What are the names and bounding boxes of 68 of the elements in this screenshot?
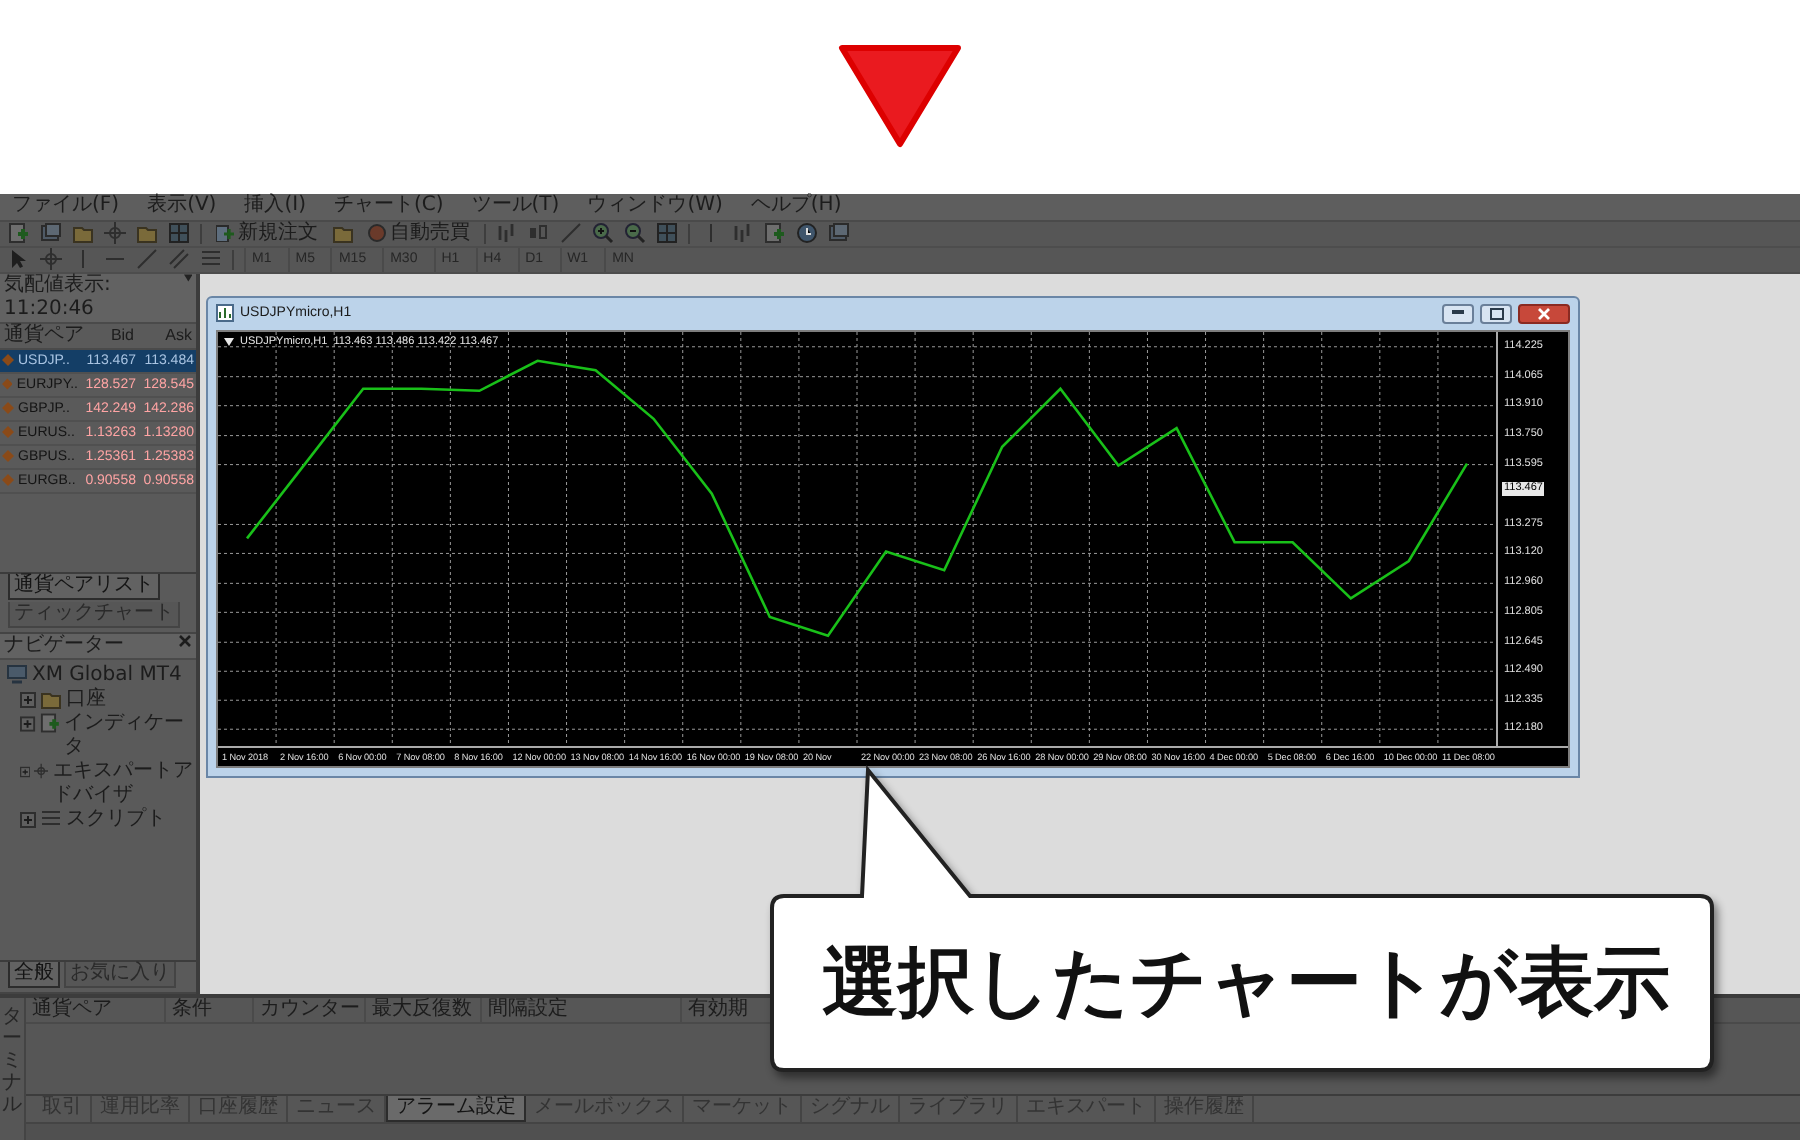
tree-item[interactable]: エキスパートアドバイザ xyxy=(52,760,196,809)
menu-item[interactable]: ヘルプ(H) xyxy=(750,194,842,219)
expand-icon[interactable] xyxy=(20,716,36,733)
menu-item[interactable]: ウィンドウ(W) xyxy=(587,194,723,219)
clock-icon xyxy=(796,222,818,245)
crosshair-icon xyxy=(40,248,62,271)
document-plus-icon xyxy=(8,222,30,245)
document-plus-icon xyxy=(764,222,786,245)
document-plus-icon xyxy=(216,224,234,243)
new-order-button[interactable]: 新規注文 xyxy=(212,221,322,246)
panel-title: 気配値表示: 11:20:46 xyxy=(4,273,113,322)
panel-title: ナビゲーター xyxy=(4,634,124,659)
menu-item[interactable]: ファイル(F) xyxy=(12,194,120,219)
zoom-out-icon xyxy=(624,222,646,245)
tree-item[interactable]: インディケータ xyxy=(63,712,196,761)
maximize-icon xyxy=(1489,307,1503,320)
folder-icon xyxy=(40,688,62,711)
computer-icon xyxy=(6,664,28,687)
column-header: 最大反復数 xyxy=(366,998,482,1023)
minimize-button[interactable] xyxy=(1442,303,1474,324)
diagonal-line-icon xyxy=(136,248,158,271)
parallel-lines-icon xyxy=(168,248,190,271)
close-icon[interactable] xyxy=(178,634,192,649)
column-header: 間隔設定 xyxy=(482,998,682,1023)
expand-icon[interactable] xyxy=(20,692,36,709)
folder-icon xyxy=(136,222,158,245)
expand-icon[interactable] xyxy=(20,764,31,781)
cursor-icon xyxy=(8,248,30,271)
bars-icon xyxy=(496,222,518,245)
crosshair-icon xyxy=(104,222,126,245)
stacked-lines-icon xyxy=(200,248,222,271)
stacked-lines-icon xyxy=(40,808,62,831)
minimize-icon xyxy=(1452,310,1464,317)
document-plus-icon xyxy=(39,712,60,735)
close-button[interactable] xyxy=(1518,303,1570,324)
close-icon xyxy=(1538,307,1550,320)
grid-icon xyxy=(656,222,678,245)
autotrade-button[interactable]: 自動売買 xyxy=(364,221,474,246)
folder-icon xyxy=(72,222,94,245)
windows-icon xyxy=(40,222,62,245)
windows-icon xyxy=(828,222,850,245)
tree-item[interactable]: XM Global MT4 xyxy=(32,664,182,689)
terminal-tab[interactable]: アラーム設定 xyxy=(386,1096,526,1122)
tree-item[interactable]: スクリプト xyxy=(66,808,166,833)
dropdown-icon[interactable] xyxy=(224,338,234,347)
column-header: 通貨ペア xyxy=(26,998,166,1023)
panel-tab[interactable]: 全般 xyxy=(8,962,60,989)
expand-icon[interactable] xyxy=(20,812,36,829)
diagonal-line-icon xyxy=(560,222,582,245)
menu-item[interactable]: チャート(C) xyxy=(333,194,444,219)
grid-icon xyxy=(168,222,190,245)
column-header: 条件 xyxy=(166,998,254,1023)
crosshair-icon xyxy=(34,760,49,783)
folder-icon xyxy=(332,222,354,245)
candles-icon xyxy=(528,222,550,245)
callout-text: 選択したチャートが表示 xyxy=(822,938,1670,1026)
chart-icon xyxy=(216,304,234,323)
tree-item[interactable]: 口座 xyxy=(66,688,106,713)
down-triangle-icon xyxy=(838,44,962,148)
panel-tab[interactable]: 通貨ペアリスト xyxy=(8,574,160,601)
menu-item[interactable]: ツール(T) xyxy=(471,194,560,219)
menu-item[interactable]: 挿入(I) xyxy=(244,194,306,219)
bars-icon xyxy=(732,222,754,245)
menu-item[interactable]: 表示(V) xyxy=(147,194,217,219)
maximize-button[interactable] xyxy=(1480,303,1512,324)
circle-icon xyxy=(368,224,386,243)
zoom-in-icon xyxy=(592,222,614,245)
column-header: カウンター xyxy=(254,998,366,1023)
